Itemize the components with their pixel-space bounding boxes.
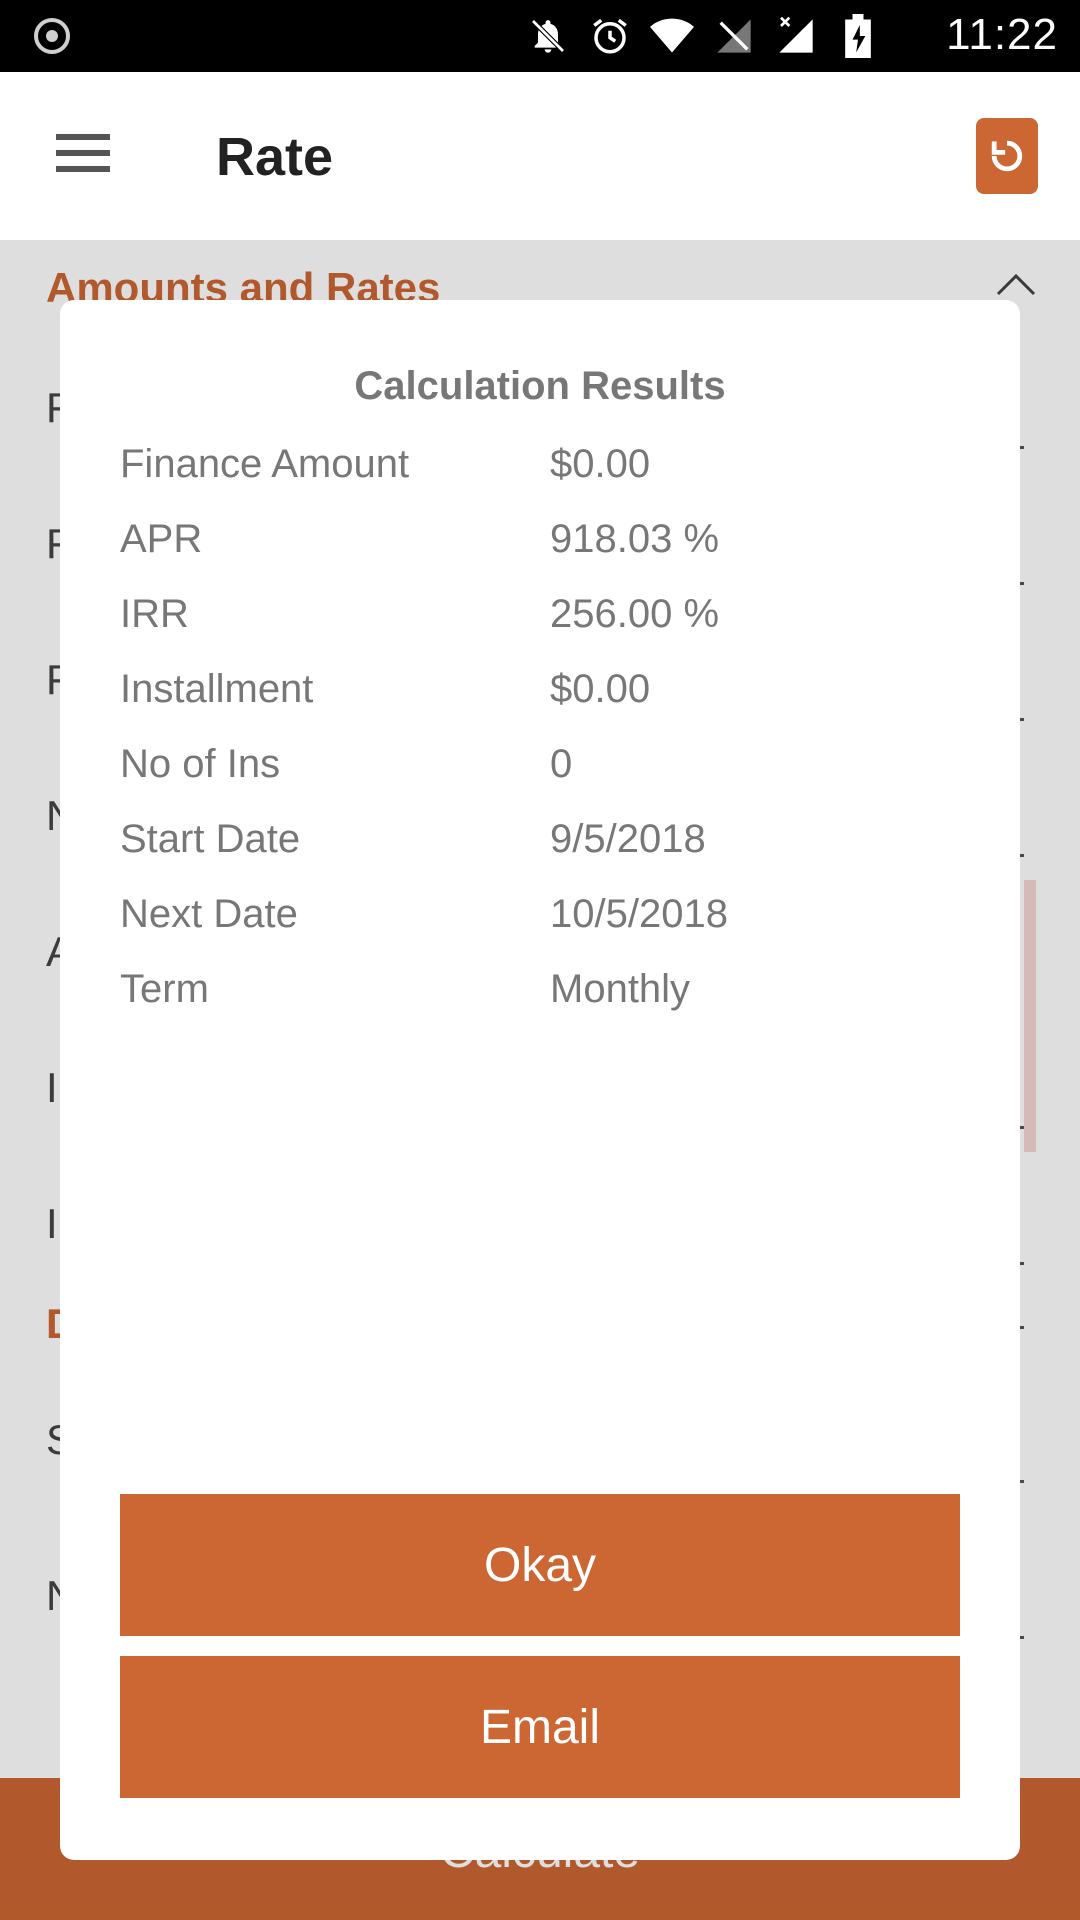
signal-icon	[774, 14, 818, 58]
result-label: Finance Amount	[120, 442, 410, 486]
result-value: 9/5/2018	[550, 817, 706, 861]
result-row: Next Date 10/5/2018	[120, 892, 980, 952]
status-icons	[526, 14, 880, 58]
app-bar: Rate	[0, 72, 1080, 240]
result-label: Start Date	[120, 817, 301, 861]
okay-button[interactable]: Okay	[120, 1494, 960, 1636]
calculation-results-dialog: Calculation Results Finance Amount $0.00…	[60, 300, 1020, 1860]
hamburger-menu-icon[interactable]	[46, 124, 110, 188]
notifications-off-icon	[526, 14, 570, 58]
status-time: 11:22	[946, 10, 1058, 59]
result-label: No of Ins	[120, 742, 281, 786]
signal-off-icon	[712, 14, 756, 58]
page-title: Rate	[216, 127, 334, 187]
result-value: 256.00 %	[550, 592, 720, 636]
wifi-icon	[650, 14, 694, 58]
result-row: Installment $0.00	[120, 667, 980, 727]
result-value: 10/5/2018	[550, 892, 728, 936]
result-row: APR 918.03 %	[120, 517, 980, 577]
result-row: Finance Amount $0.00	[120, 442, 980, 502]
battery-charging-icon	[836, 14, 880, 58]
email-button[interactable]: Email	[120, 1656, 960, 1798]
reset-button[interactable]	[976, 118, 1038, 194]
result-row: IRR 256.00 %	[120, 592, 980, 652]
result-value: $0.00	[550, 442, 651, 486]
result-label: IRR	[120, 592, 189, 636]
alarm-icon	[588, 14, 632, 58]
result-row: Term Monthly	[120, 967, 980, 1027]
reset-icon	[991, 140, 1023, 172]
record-indicator-icon	[34, 18, 70, 54]
result-row: No of Ins 0	[120, 742, 980, 802]
result-value: $0.00	[550, 667, 651, 711]
result-label: APR	[120, 517, 203, 561]
result-value: 918.03 %	[550, 517, 720, 561]
result-value: 0	[550, 742, 573, 786]
dialog-title: Calculation Results	[354, 364, 726, 408]
result-label: Term	[120, 967, 209, 1011]
result-label: Next Date	[120, 892, 298, 936]
result-value: Monthly	[550, 967, 691, 1011]
result-row: Start Date 9/5/2018	[120, 817, 980, 877]
result-label: Installment	[120, 667, 314, 711]
status-bar: 11:22	[0, 0, 1080, 72]
